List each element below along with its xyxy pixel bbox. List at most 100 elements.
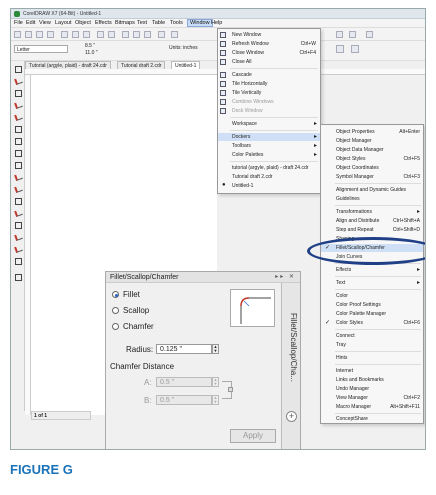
import-icon[interactable] bbox=[133, 31, 140, 38]
lock-icon[interactable] bbox=[228, 387, 233, 392]
snap-to-icon[interactable] bbox=[336, 31, 343, 38]
docker-item-text[interactable]: Text ▸ bbox=[321, 279, 423, 287]
polygon-tool-icon[interactable] bbox=[14, 161, 22, 169]
add-page-icon[interactable] bbox=[336, 45, 344, 53]
new-icon[interactable] bbox=[14, 31, 21, 38]
menu-item-new-window[interactable]: New Window bbox=[218, 31, 320, 39]
zoom-tool-icon[interactable] bbox=[14, 101, 22, 109]
connector-tool-icon[interactable] bbox=[14, 197, 22, 205]
docker-item-internet[interactable]: Internet bbox=[321, 367, 423, 375]
menu-item-tile-horizontally[interactable]: Tile Horizontally bbox=[218, 80, 320, 88]
copy-icon[interactable] bbox=[72, 31, 79, 38]
search-icon[interactable] bbox=[122, 31, 129, 38]
docker-item-alignment-guides[interactable]: Alignment and Dynamic Guides bbox=[321, 186, 423, 194]
menu-item-color-palettes[interactable]: Color Palettes ▸ bbox=[218, 151, 320, 159]
menu-layout[interactable]: Layout bbox=[55, 20, 72, 26]
freehand-tool-icon[interactable] bbox=[14, 113, 22, 121]
menu-item-dock-window[interactable]: Dock Window bbox=[218, 107, 320, 115]
docker-item-object-styles[interactable]: Object Styles Ctrl+F5 bbox=[321, 155, 423, 163]
docker-item-transformations[interactable]: Transformations ▸ bbox=[321, 208, 423, 216]
docker-item-color-proof-settings[interactable]: Color Proof Settings bbox=[321, 301, 423, 309]
menu-item-doc-argyle[interactable]: tutorial (argyle, plaid) - draft 24.cdr bbox=[218, 164, 320, 172]
docker-item-object-data-manager[interactable]: Object Data Manager bbox=[321, 146, 423, 154]
menu-item-dockers[interactable]: Dockers ▸ bbox=[218, 133, 320, 141]
text-tool-icon[interactable] bbox=[14, 173, 22, 181]
docker-item-tray[interactable]: Tray bbox=[321, 341, 423, 349]
pick-tool-icon[interactable] bbox=[14, 65, 22, 73]
page-height[interactable]: 11.0 " bbox=[85, 50, 98, 57]
docker-item-color-styles[interactable]: ✓ Color Styles Ctrl+F6 bbox=[321, 319, 423, 327]
options-icon[interactable] bbox=[349, 31, 356, 38]
add-docker-icon[interactable]: + bbox=[286, 411, 297, 422]
print-icon[interactable] bbox=[47, 31, 54, 38]
tab-argyle-draft[interactable]: Tutorial (argyle, plaid) - draft 24.cdr bbox=[25, 61, 111, 69]
chamfer-a-input[interactable]: 0.5 " bbox=[156, 377, 212, 387]
docker-item-guidelines[interactable]: Guidelines bbox=[321, 195, 423, 203]
docker-item-object-properties[interactable]: Object Properties Alt+Enter bbox=[321, 128, 423, 136]
crop-tool-icon[interactable] bbox=[14, 89, 22, 97]
menu-edit[interactable]: Edit bbox=[26, 20, 35, 26]
publish-icon[interactable] bbox=[158, 31, 165, 38]
menu-item-close-window[interactable]: Close Window Ctrl+F4 bbox=[218, 49, 320, 57]
shape-tool-icon[interactable] bbox=[14, 77, 22, 85]
docker-item-color[interactable]: Color bbox=[321, 292, 423, 300]
docker-controls-icon[interactable]: ▸▸ ✕ bbox=[275, 273, 296, 280]
add-tool-icon[interactable] bbox=[14, 273, 22, 281]
chamfer-a-spinner[interactable]: ▲ ▼ bbox=[212, 377, 219, 387]
menu-item-refresh-window[interactable]: Refresh Window Ctrl+W bbox=[218, 40, 320, 48]
menu-bitmaps[interactable]: Bitmaps bbox=[115, 20, 135, 26]
docker-vertical-tab[interactable]: Fillet/Scallop/Cha... bbox=[284, 313, 298, 413]
menu-tools[interactable]: Tools bbox=[170, 20, 183, 26]
docker-item-hints[interactable]: Hints bbox=[321, 354, 423, 362]
chamfer-b-input[interactable]: 0.5 " bbox=[156, 395, 212, 405]
apply-button[interactable]: Apply bbox=[230, 429, 276, 443]
menu-text[interactable]: Text bbox=[137, 20, 147, 26]
redo-icon[interactable] bbox=[108, 31, 115, 38]
menu-table[interactable]: Table bbox=[152, 20, 165, 26]
blend-tool-icon[interactable] bbox=[14, 209, 22, 217]
menu-item-combine-windows[interactable]: Combine Windows bbox=[218, 98, 320, 106]
menu-file[interactable]: File bbox=[14, 20, 23, 26]
page-size-select[interactable]: Letter bbox=[14, 45, 68, 53]
launch-icon[interactable] bbox=[366, 31, 373, 38]
docker-item-view-manager[interactable]: View Manager Ctrl+F2 bbox=[321, 394, 423, 402]
tab-untitled-1[interactable]: Untitled-1 bbox=[171, 61, 201, 69]
rectangle-tool-icon[interactable] bbox=[14, 137, 22, 145]
tab-draft-2[interactable]: Tutorial draft 2.cdr bbox=[117, 61, 166, 69]
menu-item-tile-vertically[interactable]: Tile Vertically bbox=[218, 89, 320, 97]
app-launcher-icon[interactable] bbox=[171, 31, 178, 38]
docker-item-object-manager[interactable]: Object Manager bbox=[321, 137, 423, 145]
zoom-icon[interactable] bbox=[351, 45, 359, 53]
transparency-tool-icon[interactable] bbox=[14, 221, 22, 229]
menu-item-workspace[interactable]: Workspace ▸ bbox=[218, 120, 320, 128]
docker-item-connect[interactable]: Connect bbox=[321, 332, 423, 340]
eyedropper-tool-icon[interactable] bbox=[14, 233, 22, 241]
chamfer-b-spinner[interactable]: ▲ ▼ bbox=[212, 395, 219, 405]
ellipse-tool-icon[interactable] bbox=[14, 149, 22, 157]
docker-item-macro-manager[interactable]: Macro Manager Alt+Shift+F11 bbox=[321, 403, 423, 411]
menu-item-doc-draft-2[interactable]: Tutorial draft 2.cdr bbox=[218, 173, 320, 181]
docker-item-align-distribute[interactable]: Align and Distribute Ctrl+Shift+A bbox=[321, 217, 423, 225]
menu-item-toolbars[interactable]: Toolbars ▸ bbox=[218, 142, 320, 150]
save-icon[interactable] bbox=[36, 31, 43, 38]
radius-spinner[interactable]: ▲ ▼ bbox=[212, 344, 219, 354]
menu-window[interactable]: Window bbox=[187, 19, 213, 27]
page-width[interactable]: 8.5 " bbox=[85, 43, 98, 50]
export-icon[interactable] bbox=[144, 31, 151, 38]
undo-icon[interactable] bbox=[97, 31, 104, 38]
docker-item-undo-manager[interactable]: Undo Manager bbox=[321, 385, 423, 393]
paste-icon[interactable] bbox=[83, 31, 90, 38]
units-label[interactable]: Units: inches bbox=[169, 45, 198, 51]
menu-item-cascade[interactable]: Cascade bbox=[218, 71, 320, 79]
smart-fill-icon[interactable] bbox=[14, 257, 22, 265]
menu-effects[interactable]: Effects bbox=[95, 20, 112, 26]
docker-item-object-coordinates[interactable]: Object Coordinates bbox=[321, 164, 423, 172]
docker-item-links-bookmarks[interactable]: Links and Bookmarks bbox=[321, 376, 423, 384]
smart-fill-tool-icon[interactable] bbox=[14, 125, 22, 133]
radius-input[interactable]: 0.125 " bbox=[156, 344, 212, 354]
docker-item-symbol-manager[interactable]: Symbol Manager Ctrl+F3 bbox=[321, 173, 423, 181]
page-navigator[interactable]: 1 of 1 bbox=[31, 411, 91, 420]
docker-item-effects[interactable]: Effects ▸ bbox=[321, 266, 423, 274]
interactive-fill-tool-icon[interactable] bbox=[14, 245, 22, 253]
docker-item-conceptshare[interactable]: ConceptShare bbox=[321, 415, 423, 423]
